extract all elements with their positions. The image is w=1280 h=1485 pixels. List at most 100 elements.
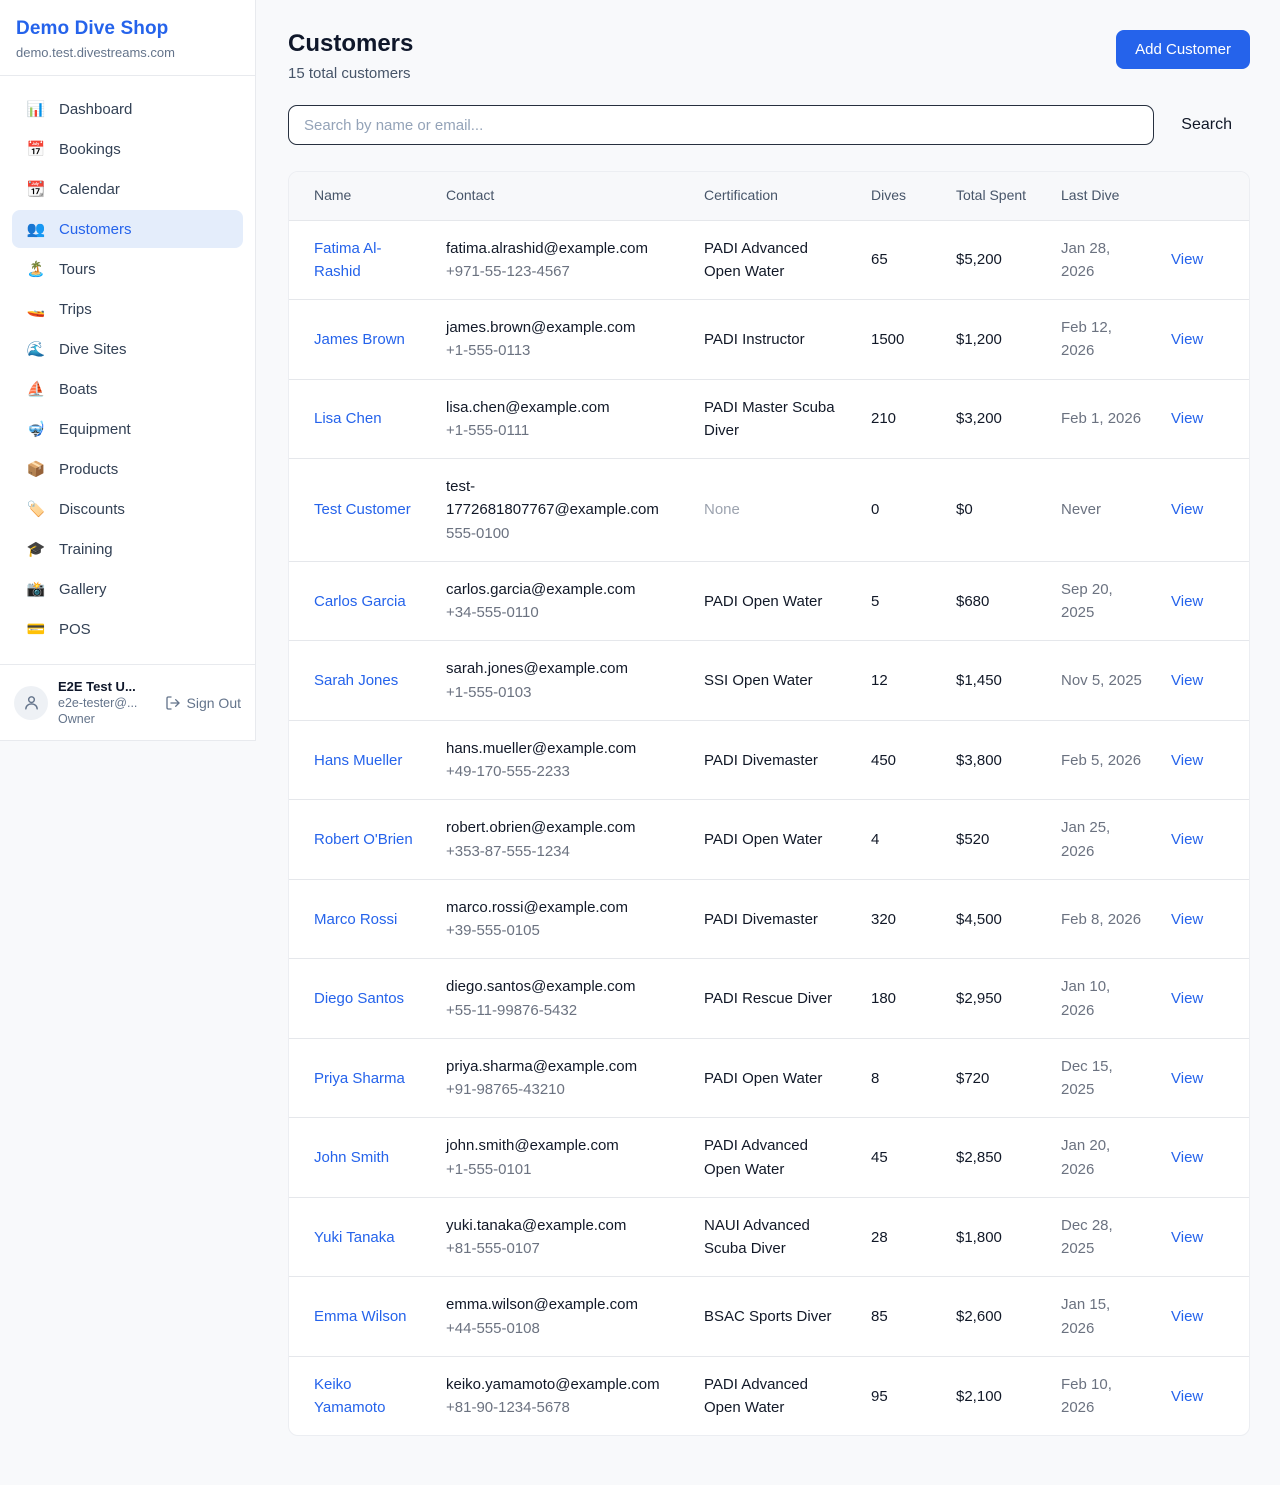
customer-certification: PADI Instructor (704, 331, 805, 348)
customer-table-body: Fatima Al-Rashid fatima.alrashid@example… (289, 220, 1250, 1435)
view-customer-link[interactable]: View (1171, 1388, 1203, 1405)
customer-phone: +81-90-1234-5678 (446, 1396, 680, 1419)
customers-table: Name Contact Certification Dives Total S… (289, 172, 1250, 1435)
customer-name-link[interactable]: Emma Wilson (314, 1308, 407, 1325)
customer-name-link[interactable]: Fatima Al-Rashid (314, 240, 382, 280)
view-customer-link[interactable]: View (1171, 1149, 1203, 1166)
view-customer-link[interactable]: View (1171, 672, 1203, 689)
customer-name-link[interactable]: James Brown (314, 331, 405, 348)
avatar (14, 686, 48, 720)
view-customer-link[interactable]: View (1171, 593, 1203, 610)
view-customer-link[interactable]: View (1171, 990, 1203, 1007)
dive-sites-icon: 🌊 (26, 340, 46, 358)
customer-certification: SSI Open Water (704, 672, 813, 689)
customer-name-link[interactable]: Carlos Garcia (314, 593, 406, 610)
sidebar-item-dive-sites[interactable]: 🌊 Dive Sites (12, 330, 243, 368)
customer-last-dive: Jan 20, 2026 (1061, 1137, 1110, 1177)
view-customer-link[interactable]: View (1171, 251, 1203, 268)
equipment-icon: 🤿 (26, 420, 46, 438)
search-button[interactable]: Search (1181, 116, 1232, 134)
view-customer-link[interactable]: View (1171, 331, 1203, 348)
sign-out-label: Sign Out (187, 695, 241, 711)
view-customer-link[interactable]: View (1171, 752, 1203, 769)
view-customer-link[interactable]: View (1171, 501, 1203, 518)
customer-email: diego.santos@example.com (446, 975, 680, 998)
customer-count: 15 total customers (288, 65, 413, 82)
customer-certification: PADI Open Water (704, 831, 822, 848)
view-customer-link[interactable]: View (1171, 1070, 1203, 1087)
col-header-actions (1159, 172, 1250, 220)
view-customer-link[interactable]: View (1171, 1308, 1203, 1325)
col-header-contact: Contact (434, 172, 692, 220)
customer-email: sarah.jones@example.com (446, 657, 680, 680)
view-customer-link[interactable]: View (1171, 1229, 1203, 1246)
customer-name-link[interactable]: Sarah Jones (314, 672, 398, 689)
customer-phone: +49-170-555-2233 (446, 760, 680, 783)
sidebar-item-boats[interactable]: ⛵ Boats (12, 370, 243, 408)
customer-total-spent: $3,800 (956, 752, 1002, 769)
sidebar-item-products[interactable]: 📦 Products (12, 450, 243, 488)
table-row: Carlos Garcia carlos.garcia@example.com … (289, 561, 1250, 641)
customer-email: test-1772681807767@example.com (446, 475, 680, 522)
search-input[interactable] (288, 105, 1154, 145)
customer-phone: +44-555-0108 (446, 1317, 680, 1340)
customer-email: robert.obrien@example.com (446, 816, 680, 839)
sidebar-item-customers[interactable]: 👥 Customers (12, 210, 243, 248)
customer-phone: +39-555-0105 (446, 919, 680, 942)
customer-phone: +81-555-0107 (446, 1237, 680, 1260)
customer-last-dive: Jan 28, 2026 (1061, 240, 1110, 280)
customers-table-card: Name Contact Certification Dives Total S… (288, 171, 1250, 1436)
customer-name-link[interactable]: Test Customer (314, 501, 411, 518)
user-name: E2E Test U... (58, 679, 155, 694)
table-row: Yuki Tanaka yuki.tanaka@example.com +81-… (289, 1197, 1250, 1277)
customer-name-link[interactable]: Yuki Tanaka (314, 1229, 395, 1246)
sign-out-icon (165, 695, 181, 711)
customer-last-dive: Jan 10, 2026 (1061, 978, 1110, 1018)
customer-dives: 85 (871, 1308, 888, 1325)
sidebar-item-trips[interactable]: 🚤 Trips (12, 290, 243, 328)
view-customer-link[interactable]: View (1171, 410, 1203, 427)
customer-total-spent: $1,200 (956, 331, 1002, 348)
sidebar-item-training[interactable]: 🎓 Training (12, 530, 243, 568)
customer-total-spent: $720 (956, 1070, 989, 1087)
table-row: Hans Mueller hans.mueller@example.com +4… (289, 720, 1250, 800)
add-customer-button[interactable]: Add Customer (1116, 30, 1250, 69)
customer-name-link[interactable]: Robert O'Brien (314, 831, 413, 848)
sidebar-item-pos[interactable]: 💳 POS (12, 610, 243, 648)
pos-icon: 💳 (26, 620, 46, 638)
search-row: Search (288, 105, 1250, 145)
customer-phone: +353-87-555-1234 (446, 840, 680, 863)
customer-email: marco.rossi@example.com (446, 896, 680, 919)
sidebar-item-tours[interactable]: 🏝️ Tours (12, 250, 243, 288)
customer-phone: +55-11-99876-5432 (446, 999, 680, 1022)
calendar-icon: 📆 (26, 180, 46, 198)
customer-total-spent: $2,850 (956, 1149, 1002, 1166)
sidebar-item-equipment[interactable]: 🤿 Equipment (12, 410, 243, 448)
view-customer-link[interactable]: View (1171, 831, 1203, 848)
user-box: E2E Test U... e2e-tester@... Owner Sign … (0, 664, 255, 740)
customer-last-dive: Feb 5, 2026 (1061, 752, 1141, 769)
customer-name-link[interactable]: John Smith (314, 1149, 389, 1166)
customer-phone: +34-555-0110 (446, 601, 680, 624)
sidebar-nav: 📊 Dashboard 📅 Bookings 📆 Calendar 👥 Cust… (0, 76, 255, 664)
sign-out-button[interactable]: Sign Out (165, 695, 241, 711)
products-icon: 📦 (26, 460, 46, 478)
col-header-last-dive: Last Dive (1049, 172, 1159, 220)
sidebar-item-bookings[interactable]: 📅 Bookings (12, 130, 243, 168)
customer-name-link[interactable]: Keiko Yamamoto (314, 1376, 385, 1416)
sidebar-item-discounts[interactable]: 🏷️ Discounts (12, 490, 243, 528)
sidebar-item-gallery[interactable]: 📸 Gallery (12, 570, 243, 608)
customer-name-link[interactable]: Diego Santos (314, 990, 404, 1007)
customer-name-link[interactable]: Marco Rossi (314, 911, 397, 928)
customer-dives: 4 (871, 831, 879, 848)
customer-name-link[interactable]: Priya Sharma (314, 1070, 405, 1087)
col-header-certification: Certification (692, 172, 859, 220)
customer-name-link[interactable]: Lisa Chen (314, 410, 382, 427)
customer-name-link[interactable]: Hans Mueller (314, 752, 402, 769)
sidebar-item-calendar[interactable]: 📆 Calendar (12, 170, 243, 208)
customer-dives: 95 (871, 1388, 888, 1405)
boats-icon: ⛵ (26, 380, 46, 398)
view-customer-link[interactable]: View (1171, 911, 1203, 928)
sidebar-item-dashboard[interactable]: 📊 Dashboard (12, 90, 243, 128)
customer-email: emma.wilson@example.com (446, 1293, 680, 1316)
